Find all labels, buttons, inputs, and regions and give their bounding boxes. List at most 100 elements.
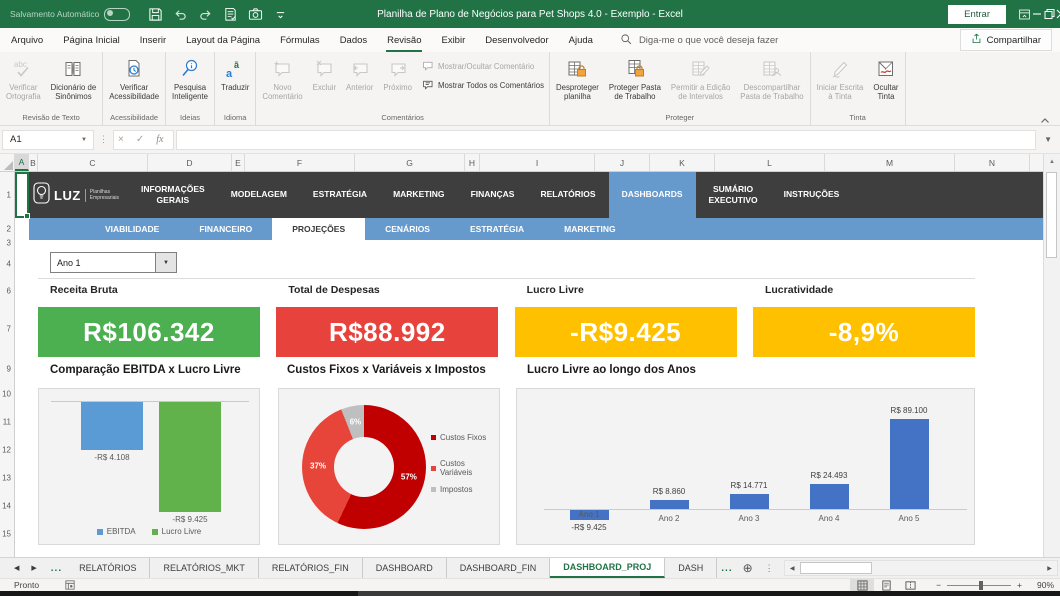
- ribbon-tab-arquivo[interactable]: Arquivo: [2, 28, 52, 52]
- ribbon-tab-revisão[interactable]: Revisão: [378, 28, 430, 52]
- name-box[interactable]: A1 ▼: [2, 130, 94, 150]
- print-preview-icon[interactable]: [219, 4, 241, 24]
- share-button[interactable]: Compartilhar: [960, 29, 1052, 51]
- zoom-out-icon[interactable]: −: [936, 580, 941, 590]
- ribbon-display-options-icon[interactable]: [1018, 2, 1031, 26]
- sheet-tab-dashboard_fin[interactable]: DASHBOARD_FIN: [447, 558, 551, 578]
- formula-input[interactable]: [176, 130, 1036, 150]
- insert-function-icon[interactable]: fx: [156, 134, 163, 145]
- add-sheet-icon[interactable]: ⊕: [737, 558, 759, 578]
- row-header-6[interactable]: 6: [7, 287, 11, 296]
- row-header-2[interactable]: 2: [7, 225, 11, 234]
- ribbon-button-verificar-acessibilidade[interactable]: Verificar Acessibilidade: [104, 53, 164, 112]
- sheet-tab-relatórios_mkt[interactable]: RELATÓRIOS_MKT: [150, 558, 258, 578]
- close-icon[interactable]: [1055, 2, 1060, 26]
- wb-tab-informa-es-gerais[interactable]: INFORMAÇÕES GERAIS: [128, 172, 218, 218]
- undo-icon[interactable]: [169, 4, 191, 24]
- save-icon[interactable]: [144, 4, 166, 24]
- column-header-G[interactable]: G: [355, 154, 465, 171]
- sheet-tab-relatórios_fin[interactable]: RELATÓRIOS_FIN: [259, 558, 363, 578]
- scroll-right-icon[interactable]: ▶: [1042, 565, 1057, 572]
- column-header-C[interactable]: C: [38, 154, 148, 171]
- column-header-K[interactable]: K: [650, 154, 715, 171]
- zoom-in-icon[interactable]: +: [1017, 580, 1022, 590]
- column-header-D[interactable]: D: [148, 154, 232, 171]
- scroll-up-icon[interactable]: ▲: [1044, 154, 1060, 170]
- row-header-7[interactable]: 7: [7, 325, 11, 334]
- horizontal-scrollbar[interactable]: ◀▶: [784, 560, 1058, 576]
- sheet-overflow-right[interactable]: ...: [717, 558, 736, 578]
- ribbon-tab-dados[interactable]: Dados: [331, 28, 376, 52]
- ribbon-button-dicionário-de-sinônimos[interactable]: Dicionário de Sinônimos: [46, 53, 102, 112]
- confirm-entry-icon[interactable]: ✓: [136, 134, 144, 145]
- page-break-preview-icon[interactable]: [898, 579, 922, 591]
- camera-icon[interactable]: [244, 4, 266, 24]
- column-header-M[interactable]: M: [825, 154, 955, 171]
- wb-subtab-viabilidade[interactable]: VIABILIDADE: [85, 218, 179, 240]
- autosave-toggle-switch[interactable]: [104, 8, 130, 21]
- column-header-H[interactable]: H: [465, 154, 480, 171]
- ribbon-button-proteger-pasta-de-trabalho[interactable]: Proteger Pasta de Trabalho: [604, 53, 666, 112]
- zoom-slider-thumb[interactable]: [979, 581, 983, 590]
- expand-formula-bar-icon[interactable]: ▼: [1036, 135, 1060, 144]
- autosave-toggle[interactable]: Salvamento Automático: [10, 8, 130, 21]
- sheet-tab-relatórios[interactable]: RELATÓRIOS: [66, 558, 150, 578]
- column-header-J[interactable]: J: [595, 154, 650, 171]
- column-header-A[interactable]: A: [15, 154, 29, 171]
- wb-tab-modelagem[interactable]: MODELAGEM: [218, 172, 300, 218]
- wb-subtab-marketing[interactable]: MARKETING: [544, 218, 635, 240]
- column-header-E[interactable]: E: [232, 154, 245, 171]
- ribbon-tab-layout-da-página[interactable]: Layout da Página: [177, 28, 269, 52]
- wb-subtab-proje-es[interactable]: PROJEÇÕES: [272, 218, 365, 240]
- cancel-entry-icon[interactable]: ×: [118, 134, 124, 145]
- ribbon-button-mostrar-todos-os-comentários[interactable]: Mostrar Todos os Comentários: [421, 78, 544, 93]
- row-header-10[interactable]: 10: [2, 390, 11, 399]
- row-header-12[interactable]: 12: [2, 446, 11, 455]
- column-header-L[interactable]: L: [715, 154, 825, 171]
- wb-tab-relat-rios[interactable]: RELATÓRIOS: [527, 172, 608, 218]
- tell-me-search[interactable]: Diga-me o que você deseja fazer: [620, 33, 778, 48]
- redo-icon[interactable]: [194, 4, 216, 24]
- scroll-left-icon[interactable]: ◀: [785, 565, 800, 572]
- row-header-15[interactable]: 15: [2, 530, 11, 539]
- ribbon-tab-página-inicial[interactable]: Página Inicial: [54, 28, 129, 52]
- column-header-B[interactable]: B: [29, 154, 38, 171]
- ribbon-tab-exibir[interactable]: Exibir: [432, 28, 474, 52]
- row-header-13[interactable]: 13: [2, 474, 11, 483]
- formula-bar-kebab-icon[interactable]: ⋮: [94, 134, 113, 145]
- sheet-tab-dashboard_proj[interactable]: DASHBOARD_PROJ: [550, 558, 665, 578]
- year-selector-dropdown-icon[interactable]: ▼: [156, 253, 176, 272]
- wb-tab-estrat-gia[interactable]: ESTRATÉGIA: [300, 172, 380, 218]
- sheet-tab-kebab-icon[interactable]: ⋮: [759, 558, 780, 578]
- wb-subtab-estrat-gia[interactable]: ESTRATÉGIA: [450, 218, 544, 240]
- ribbon-button-ocultar-tinta[interactable]: Ocultar Tinta: [868, 53, 903, 112]
- qat-customize-icon[interactable]: [269, 4, 291, 24]
- wb-subtab-financeiro[interactable]: FINANCEIRO: [179, 218, 272, 240]
- minimize-icon[interactable]: [1031, 2, 1043, 26]
- wb-tab-finan-as[interactable]: FINANÇAS: [458, 172, 528, 218]
- ribbon-button-desproteger-planilha[interactable]: Desproteger planilha: [551, 53, 604, 112]
- row-header-9[interactable]: 9: [7, 365, 11, 374]
- ribbon-button-pesquisa-inteligente[interactable]: Pesquisa Inteligente: [167, 53, 213, 112]
- sheet-overflow-left[interactable]: ...: [47, 558, 66, 578]
- maximize-icon[interactable]: [1043, 2, 1055, 26]
- ribbon-tab-ajuda[interactable]: Ajuda: [560, 28, 602, 52]
- row-header-4[interactable]: 4: [7, 260, 11, 269]
- wb-tab-instru-es[interactable]: INSTRUÇÕES: [771, 172, 853, 218]
- vertical-scrollbar[interactable]: ▲: [1043, 154, 1060, 557]
- column-header-F[interactable]: F: [245, 154, 355, 171]
- sheet-prev-icon[interactable]: ◀: [14, 564, 19, 572]
- row-header-3[interactable]: 3: [7, 239, 11, 248]
- row-header-11[interactable]: 11: [3, 418, 11, 427]
- sheet-tab-dashboard[interactable]: DASHBOARD: [363, 558, 447, 578]
- zoom-percentage[interactable]: 90%: [1028, 580, 1054, 590]
- column-header-N[interactable]: N: [955, 154, 1030, 171]
- row-header-1[interactable]: 1: [7, 191, 11, 200]
- zoom-slider[interactable]: [947, 585, 1011, 586]
- horizontal-scrollbar-thumb[interactable]: [800, 562, 872, 574]
- ribbon-tab-inserir[interactable]: Inserir: [131, 28, 175, 52]
- wb-tab-marketing[interactable]: MARKETING: [380, 172, 457, 218]
- page-layout-icon[interactable]: [874, 579, 898, 591]
- wb-tab-sum-rio-executivo[interactable]: SUMÁRIO EXECUTIVO: [696, 172, 771, 218]
- wb-tab-dashboards[interactable]: DASHBOARDS: [609, 172, 696, 218]
